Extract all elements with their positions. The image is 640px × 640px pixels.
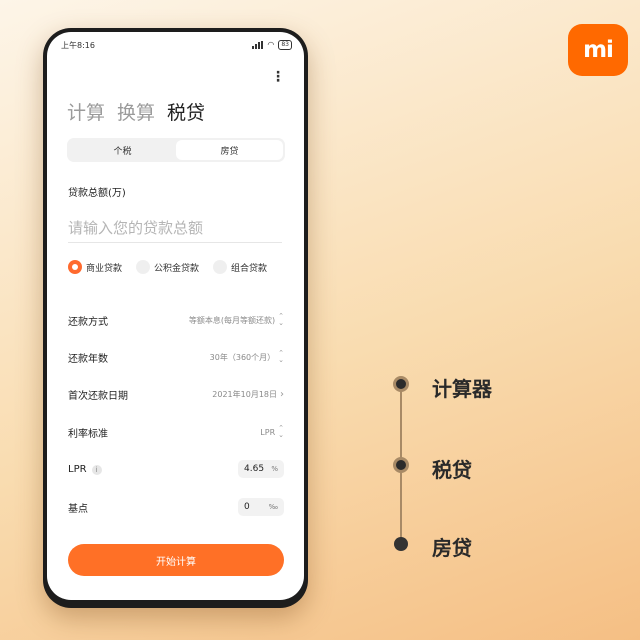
status-time: 上午8:16 <box>61 41 95 50</box>
radio-unchecked-icon <box>136 260 151 274</box>
row-label: 基点 <box>68 503 88 515</box>
tab-tax-loan[interactable]: 税贷 <box>167 98 205 125</box>
loan-type-segment: 个税 房贷 <box>67 138 285 162</box>
repayment-years-row[interactable]: 还款年数 30年（360个月） ⌃ ⌄ <box>68 347 284 367</box>
loan-type-radios: 商业贷款 公积金贷款 组合贷款 <box>68 260 267 274</box>
lpr-row: LPR i 4.65% <box>68 459 284 479</box>
phone-screen: 上午8:16 ◠ 83 ⋮ 计算 换算 税贷 个税 房贷 贷款总额(万) 商业贷… <box>47 32 304 600</box>
first-payment-date-row[interactable]: 首次还款日期 2021年10月18日 › <box>68 384 284 404</box>
basis-points-row: 基点 0 ‰ <box>68 497 284 517</box>
info-icon[interactable]: i <box>91 464 102 475</box>
status-icons: ◠ 83 <box>252 40 292 50</box>
row-value: 30年（360个月） <box>209 352 276 362</box>
row-value: 等额本息(每月等额还款) <box>188 315 276 325</box>
tab-calculate[interactable]: 计算 <box>67 98 105 125</box>
mode-tabs: 计算 换算 税贷 <box>67 98 205 125</box>
wifi-icon: ◠ <box>267 40 275 49</box>
row-label: 还款方式 <box>68 316 108 328</box>
timeline-label-tax-loan: 税贷 <box>432 458 472 482</box>
xiaomi-logo: mi <box>568 24 628 76</box>
repayment-method-row[interactable]: 还款方式 等额本息(每月等额还款) ⌃ ⌄ <box>68 310 284 330</box>
loan-amount-label: 贷款总额(万) <box>68 188 126 199</box>
timeline-label-mortgage: 房贷 <box>432 536 472 560</box>
status-bar: 上午8:16 ◠ 83 <box>61 40 292 54</box>
basis-points-input[interactable]: 0 ‰ <box>238 498 284 516</box>
row-label: 利率标准 <box>68 428 108 440</box>
radio-label: 公积金贷款 <box>154 263 200 274</box>
row-value: LPR <box>260 427 276 437</box>
segment-income-tax[interactable]: 个税 <box>69 140 176 160</box>
radio-unchecked-icon <box>213 260 228 274</box>
row-label: 首次还款日期 <box>68 390 128 402</box>
timeline-dot <box>393 457 409 473</box>
row-label: LPR <box>68 463 87 475</box>
row-label: 还款年数 <box>68 353 108 365</box>
radio-provident-fund-loan[interactable]: 公积金贷款 <box>136 260 199 274</box>
chevron-updown-icon: ⌃ ⌄ <box>278 312 284 327</box>
radio-combined-loan[interactable]: 组合贷款 <box>213 260 267 274</box>
start-calculation-button[interactable]: 开始计算 <box>68 544 284 576</box>
row-value: 2021年10月18日 <box>212 389 277 399</box>
timeline-label-calculator: 计算器 <box>432 377 492 401</box>
permille-unit: ‰ <box>268 503 278 511</box>
timeline-dot <box>393 376 409 392</box>
battery-icon: 83 <box>278 40 292 50</box>
basis-points-value: 0 <box>244 502 250 512</box>
lpr-value: 4.65 <box>244 464 265 474</box>
chevron-updown-icon: ⌃ ⌄ <box>278 349 284 364</box>
radio-label: 组合贷款 <box>231 263 268 274</box>
radio-label: 商业贷款 <box>86 263 123 274</box>
radio-checked-icon <box>68 260 82 274</box>
signal-icon <box>252 41 264 49</box>
radio-commercial-loan[interactable]: 商业贷款 <box>68 260 122 274</box>
timeline-dot <box>394 537 408 551</box>
chevron-updown-icon: ⌃ ⌄ <box>278 424 284 439</box>
segment-mortgage[interactable]: 房贷 <box>176 140 283 160</box>
rate-standard-row[interactable]: 利率标准 LPR ⌃ ⌄ <box>68 422 284 442</box>
lpr-input[interactable]: 4.65% <box>238 460 284 478</box>
chevron-right-icon: › <box>280 388 284 400</box>
more-menu-icon[interactable]: ⋮ <box>271 70 285 84</box>
percent-unit: % <box>271 465 278 473</box>
tab-convert[interactable]: 换算 <box>117 98 155 125</box>
loan-amount-input[interactable] <box>68 214 282 243</box>
